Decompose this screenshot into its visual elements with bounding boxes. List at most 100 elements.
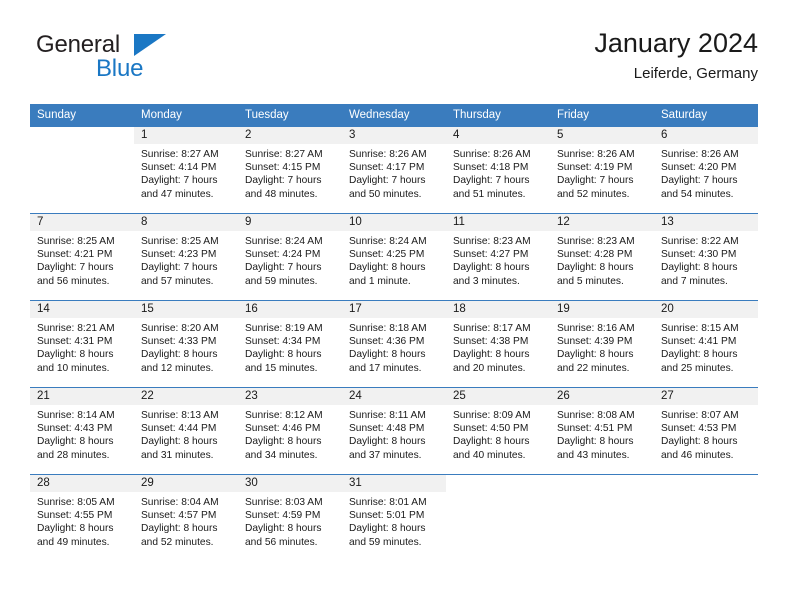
calendar-cell[interactable]: 21 Sunrise: 8:14 AM Sunset: 4:43 PM Dayl…	[30, 387, 134, 475]
calendar-cell[interactable]: 17 Sunrise: 8:18 AM Sunset: 4:36 PM Dayl…	[342, 300, 446, 388]
daylight-text-line2: and 34 minutes.	[245, 449, 318, 461]
sunset-text: Sunset: 4:23 PM	[141, 249, 217, 261]
day-number: 24	[342, 388, 446, 405]
calendar-cell[interactable]: 3 Sunrise: 8:26 AM Sunset: 4:17 PM Dayli…	[342, 127, 446, 214]
day-details: Sunrise: 8:22 AM Sunset: 4:30 PM Dayligh…	[654, 231, 758, 288]
day-details: Sunrise: 8:21 AM Sunset: 4:31 PM Dayligh…	[30, 318, 134, 375]
generalblue-logo[interactable]: General Blue	[36, 32, 296, 92]
sunset-text: Sunset: 4:59 PM	[245, 510, 321, 522]
calendar-cell[interactable]: 22 Sunrise: 8:13 AM Sunset: 4:44 PM Dayl…	[134, 387, 238, 475]
daylight-text-line2: and 20 minutes.	[453, 362, 526, 374]
daylight-text-line2: and 28 minutes.	[37, 449, 110, 461]
daylight-text-line2: and 5 minutes.	[557, 275, 624, 287]
day-cell: 11 Sunrise: 8:23 AM Sunset: 4:27 PM Dayl…	[446, 214, 550, 300]
day-number: 26	[550, 388, 654, 405]
day-number: 12	[550, 214, 654, 231]
daylight-text-line2: and 7 minutes.	[661, 275, 728, 287]
sunrise-text: Sunrise: 8:05 AM	[37, 497, 115, 508]
day-details	[446, 492, 550, 496]
calendar-cell[interactable]: 11 Sunrise: 8:23 AM Sunset: 4:27 PM Dayl…	[446, 213, 550, 301]
calendar-cell[interactable]: 31 Sunrise: 8:01 AM Sunset: 5:01 PM Dayl…	[342, 474, 446, 561]
day-number: 3	[342, 127, 446, 144]
sunset-text: Sunset: 4:31 PM	[37, 336, 113, 348]
day-cell: 13 Sunrise: 8:22 AM Sunset: 4:30 PM Dayl…	[654, 214, 758, 300]
calendar-cell[interactable]: 14 Sunrise: 8:21 AM Sunset: 4:31 PM Dayl…	[30, 300, 134, 388]
daylight-text-line2: and 54 minutes.	[661, 188, 734, 200]
calendar-cell[interactable]: 27 Sunrise: 8:07 AM Sunset: 4:53 PM Dayl…	[654, 387, 758, 475]
daylight-text-line1: Daylight: 7 hours	[141, 262, 218, 274]
calendar-cell[interactable]: 29 Sunrise: 8:04 AM Sunset: 4:57 PM Dayl…	[134, 474, 238, 561]
day-number: 5	[550, 127, 654, 144]
daylight-text-line2: and 50 minutes.	[349, 188, 422, 200]
day-details: Sunrise: 8:19 AM Sunset: 4:34 PM Dayligh…	[238, 318, 342, 375]
day-number	[550, 475, 654, 492]
day-details: Sunrise: 8:09 AM Sunset: 4:50 PM Dayligh…	[446, 405, 550, 462]
calendar-cell[interactable]: 9 Sunrise: 8:24 AM Sunset: 4:24 PM Dayli…	[238, 213, 342, 301]
day-details: Sunrise: 8:23 AM Sunset: 4:27 PM Dayligh…	[446, 231, 550, 288]
sunset-text: Sunset: 4:44 PM	[141, 423, 217, 435]
daylight-text-line2: and 47 minutes.	[141, 188, 214, 200]
calendar-cell[interactable]: 16 Sunrise: 8:19 AM Sunset: 4:34 PM Dayl…	[238, 300, 342, 388]
daylight-text-line2: and 51 minutes.	[453, 188, 526, 200]
daylight-text-line2: and 3 minutes.	[453, 275, 520, 287]
day-details: Sunrise: 8:18 AM Sunset: 4:36 PM Dayligh…	[342, 318, 446, 375]
sunset-text: Sunset: 4:38 PM	[453, 336, 529, 348]
calendar-cell[interactable]: 7 Sunrise: 8:25 AM Sunset: 4:21 PM Dayli…	[30, 213, 134, 301]
calendar-cell[interactable]	[654, 474, 758, 561]
calendar-cell[interactable]: 24 Sunrise: 8:11 AM Sunset: 4:48 PM Dayl…	[342, 387, 446, 475]
day-details: Sunrise: 8:26 AM Sunset: 4:20 PM Dayligh…	[654, 144, 758, 201]
calendar-cell[interactable]: 5 Sunrise: 8:26 AM Sunset: 4:19 PM Dayli…	[550, 127, 654, 214]
weekday-header-tuesday: Tuesday	[238, 104, 342, 127]
weekday-header-sunday: Sunday	[30, 104, 134, 127]
day-details: Sunrise: 8:26 AM Sunset: 4:17 PM Dayligh…	[342, 144, 446, 201]
daylight-text-line2: and 52 minutes.	[141, 536, 214, 548]
daylight-text-line2: and 59 minutes.	[349, 536, 422, 548]
day-number: 31	[342, 475, 446, 492]
sunset-text: Sunset: 4:21 PM	[37, 249, 113, 261]
daylight-text-line1: Daylight: 8 hours	[141, 349, 218, 361]
day-number: 2	[238, 127, 342, 144]
calendar-cell[interactable]: 23 Sunrise: 8:12 AM Sunset: 4:46 PM Dayl…	[238, 387, 342, 475]
daylight-text-line2: and 15 minutes.	[245, 362, 318, 374]
day-number	[30, 127, 134, 144]
day-number: 7	[30, 214, 134, 231]
sunset-text: Sunset: 4:53 PM	[661, 423, 737, 435]
calendar-cell[interactable]: 26 Sunrise: 8:08 AM Sunset: 4:51 PM Dayl…	[550, 387, 654, 475]
sunrise-text: Sunrise: 8:26 AM	[349, 149, 427, 160]
sunrise-text: Sunrise: 8:26 AM	[661, 149, 739, 160]
calendar-cell[interactable]: 1 Sunrise: 8:27 AM Sunset: 4:14 PM Dayli…	[134, 127, 238, 214]
calendar-cell[interactable]	[550, 474, 654, 561]
sunrise-text: Sunrise: 8:11 AM	[349, 410, 426, 421]
calendar-grid: Sunday Monday Tuesday Wednesday Thursday…	[30, 104, 758, 561]
calendar-cell[interactable]: 10 Sunrise: 8:24 AM Sunset: 4:25 PM Dayl…	[342, 213, 446, 301]
daylight-text-line2: and 56 minutes.	[37, 275, 110, 287]
calendar-cell[interactable]: 6 Sunrise: 8:26 AM Sunset: 4:20 PM Dayli…	[654, 127, 758, 214]
calendar-cell[interactable]	[30, 127, 134, 214]
calendar-cell[interactable]: 25 Sunrise: 8:09 AM Sunset: 4:50 PM Dayl…	[446, 387, 550, 475]
daylight-text-line2: and 57 minutes.	[141, 275, 214, 287]
calendar-cell[interactable]: 18 Sunrise: 8:17 AM Sunset: 4:38 PM Dayl…	[446, 300, 550, 388]
day-cell: 8 Sunrise: 8:25 AM Sunset: 4:23 PM Dayli…	[134, 214, 238, 300]
calendar-cell[interactable]: 12 Sunrise: 8:23 AM Sunset: 4:28 PM Dayl…	[550, 213, 654, 301]
calendar-cell[interactable]: 4 Sunrise: 8:26 AM Sunset: 4:18 PM Dayli…	[446, 127, 550, 214]
calendar-cell[interactable]: 30 Sunrise: 8:03 AM Sunset: 4:59 PM Dayl…	[238, 474, 342, 561]
day-cell	[550, 475, 654, 561]
daylight-text-line2: and 56 minutes.	[245, 536, 318, 548]
daylight-text-line2: and 17 minutes.	[349, 362, 422, 374]
day-cell: 17 Sunrise: 8:18 AM Sunset: 4:36 PM Dayl…	[342, 301, 446, 387]
calendar-cell[interactable]: 28 Sunrise: 8:05 AM Sunset: 4:55 PM Dayl…	[30, 474, 134, 561]
calendar-header-row: Sunday Monday Tuesday Wednesday Thursday…	[30, 104, 758, 127]
calendar-cell[interactable]: 2 Sunrise: 8:27 AM Sunset: 4:15 PM Dayli…	[238, 127, 342, 214]
day-number: 30	[238, 475, 342, 492]
calendar-cell[interactable]: 13 Sunrise: 8:22 AM Sunset: 4:30 PM Dayl…	[654, 213, 758, 301]
day-number: 19	[550, 301, 654, 318]
day-cell: 15 Sunrise: 8:20 AM Sunset: 4:33 PM Dayl…	[134, 301, 238, 387]
logo-triangle-icon	[134, 34, 166, 56]
day-number: 15	[134, 301, 238, 318]
calendar-cell[interactable]: 8 Sunrise: 8:25 AM Sunset: 4:23 PM Dayli…	[134, 213, 238, 301]
calendar-cell[interactable]: 20 Sunrise: 8:15 AM Sunset: 4:41 PM Dayl…	[654, 300, 758, 388]
calendar-week-row: 21 Sunrise: 8:14 AM Sunset: 4:43 PM Dayl…	[30, 387, 758, 475]
calendar-cell[interactable]: 19 Sunrise: 8:16 AM Sunset: 4:39 PM Dayl…	[550, 300, 654, 388]
calendar-cell[interactable]	[446, 474, 550, 561]
calendar-cell[interactable]: 15 Sunrise: 8:20 AM Sunset: 4:33 PM Dayl…	[134, 300, 238, 388]
